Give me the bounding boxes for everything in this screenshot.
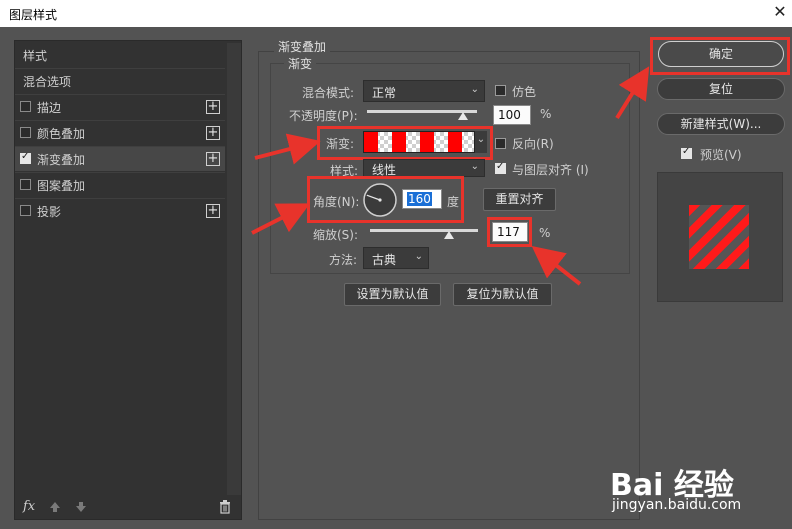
annotation-arrow (251, 203, 311, 235)
watermark-url: jingyan.baidu.com (612, 497, 742, 513)
annotation-arrows (251, 66, 650, 286)
annotation-arrow (254, 133, 321, 165)
annotation-arrow (615, 66, 650, 120)
annotation-arrow (531, 246, 582, 286)
